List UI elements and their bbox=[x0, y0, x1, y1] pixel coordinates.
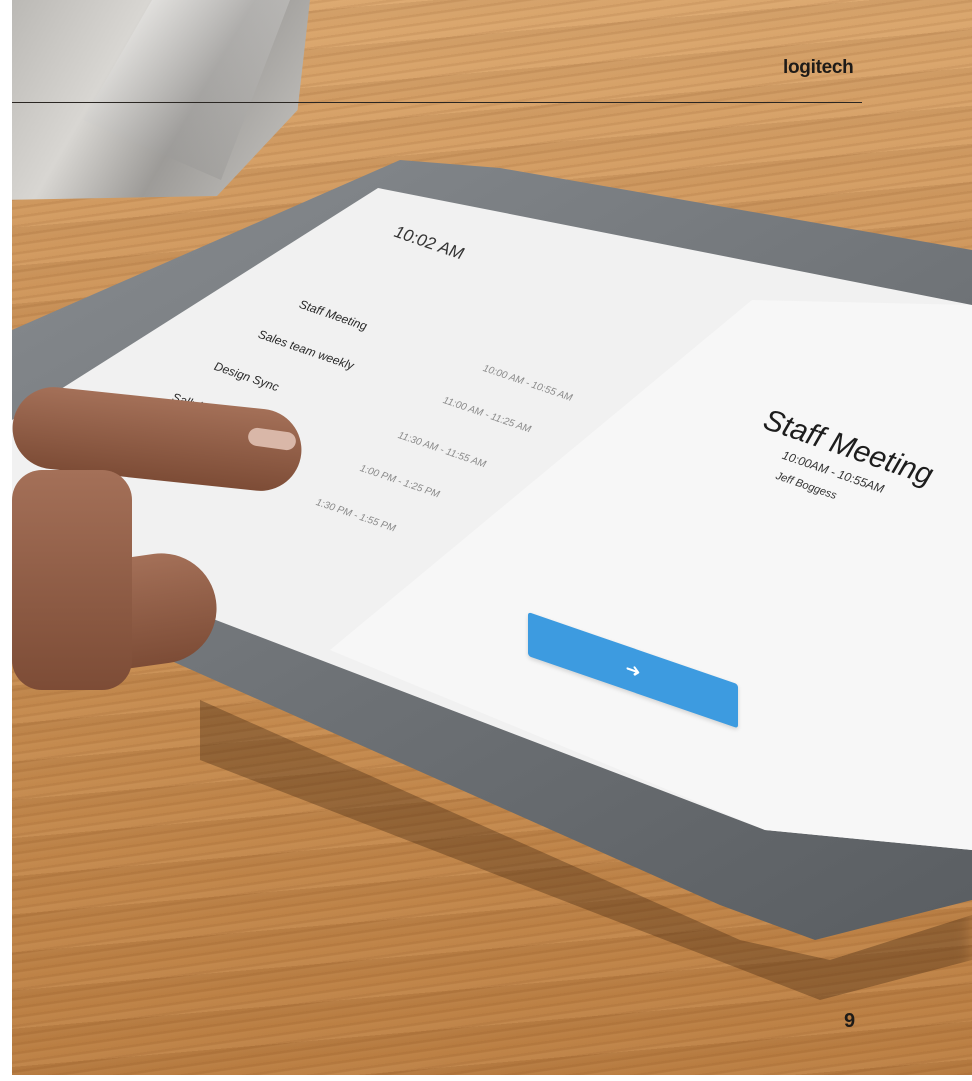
header-rule bbox=[0, 102, 862, 103]
brand-logo: logitech bbox=[783, 57, 854, 78]
page-number: 9 bbox=[844, 1010, 856, 1032]
arrow-right-icon: ➜ bbox=[625, 657, 641, 683]
bottom-margin bbox=[0, 1075, 972, 1081]
left-margin bbox=[0, 0, 12, 1081]
palm bbox=[12, 470, 132, 690]
